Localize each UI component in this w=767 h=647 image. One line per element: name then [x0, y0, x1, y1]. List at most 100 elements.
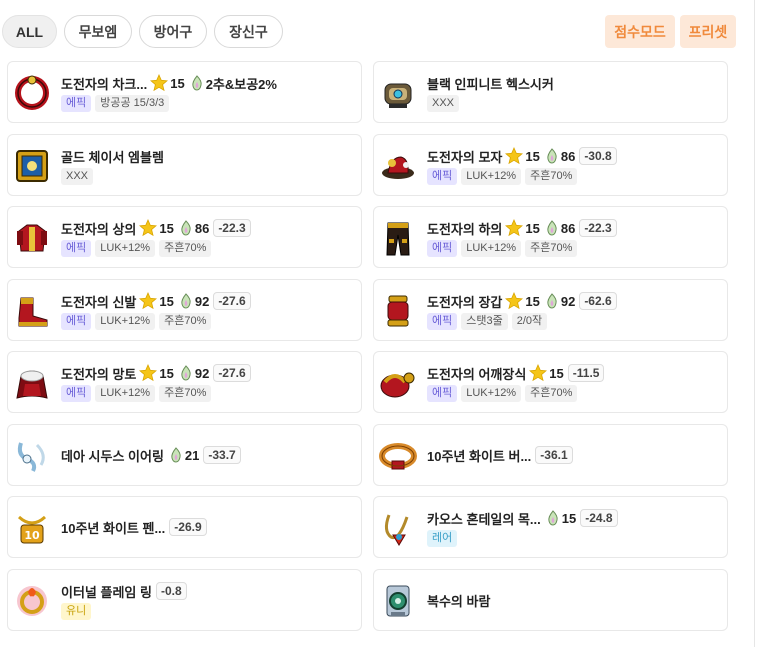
item-card[interactable]: 도전자의 차크... 15 2추&보공2% 에픽 방공공 15/3/3 — [7, 61, 362, 123]
option-tag: LUK+12% — [95, 313, 156, 330]
tab-all[interactable]: ALL — [2, 15, 57, 48]
starforce-value: 15 — [159, 293, 174, 309]
item-card[interactable]: 이터널 플레임 링 -0.8 유니 — [7, 569, 362, 631]
item-title-row: 도전자의 모자 15 86 -30.8 — [427, 147, 617, 165]
badge-icon — [379, 582, 417, 620]
item-card[interactable]: 도전자의 상의 15 86 -22.3 에픽 LUK+12% 주흔70% — [7, 206, 362, 268]
item-title-row: 도전자의 망토 15 92 -27.6 — [61, 364, 251, 382]
item-name: 도전자의 어깨장식 — [427, 366, 527, 382]
starforce: 15 — [505, 292, 540, 310]
star-icon — [139, 219, 158, 237]
item-name: 도전자의 장갑 — [427, 294, 503, 310]
starforce-value: 15 — [549, 365, 564, 381]
item-card[interactable]: 도전자의 장갑 15 92 -62.6 에픽 스탯3줄 2/0작 — [373, 279, 728, 341]
flame-value: 92 — [560, 293, 576, 309]
item-title-row: 도전자의 신발 15 92 -27.6 — [61, 292, 251, 310]
item-tags: 에픽 LUK+12% 주흔70% — [427, 385, 578, 402]
ring-red-icon — [13, 74, 51, 112]
starforce-value: 15 — [159, 365, 174, 381]
score-badge: -24.8 — [580, 509, 618, 527]
item-card[interactable]: 도전자의 어깨장식 15 -11.5 에픽 LUK+12% 주흔70% — [373, 351, 728, 413]
item-card[interactable]: 카오스 혼테일의 목... 15 -24.8 레어 — [373, 496, 728, 558]
flame-icon — [547, 293, 557, 309]
item-card[interactable]: 블랙 인피니트 헥스시커 XXX — [373, 61, 728, 123]
item-title-row: 복수의 바람 — [427, 591, 490, 609]
item-card[interactable]: 도전자의 망토 15 92 -27.6 에픽 LUK+12% 주흔70% — [7, 351, 362, 413]
item-tags: 에픽 LUK+12% 주흔70% — [427, 168, 578, 185]
item-tags: 에픽 LUK+12% 주흔70% — [61, 240, 212, 257]
item-name: 10주년 화이트 펜... — [61, 520, 166, 536]
tab-weapon[interactable]: 무보엠 — [64, 15, 132, 48]
grade-badge: 에픽 — [61, 313, 92, 330]
item-card[interactable]: 도전자의 하의 15 86 -22.3 에픽 LUK+12% 주흔70% — [373, 206, 728, 268]
item-card[interactable]: 데아 시두스 이어링 21 -33.7 — [7, 424, 362, 486]
grade-badge: 에픽 — [427, 385, 458, 402]
pendant-icon: 10 — [13, 509, 51, 547]
item-name: 도전자의 망토 — [61, 366, 137, 382]
item-card[interactable]: 골드 체이서 엠블렘 XXX — [7, 134, 362, 196]
option-tag: XXX — [427, 95, 460, 112]
starforce-value: 15 — [170, 75, 185, 91]
item-name: 도전자의 상의 — [61, 221, 137, 237]
score-badge: -0.8 — [155, 582, 187, 600]
ring-flame-icon — [13, 582, 51, 620]
gloves-icon — [379, 292, 417, 330]
shoes-icon — [13, 292, 51, 330]
option-tag: LUK+12% — [461, 240, 522, 257]
item-tags: 에픽 스탯3줄 2/0작 — [427, 313, 548, 330]
flame-icon — [192, 75, 202, 91]
item-tags: XXX — [427, 95, 460, 112]
score-badge: -33.7 — [203, 446, 241, 464]
score-badge: -26.9 — [169, 518, 207, 536]
item-card[interactable]: 도전자의 모자 15 86 -30.8 에픽 LUK+12% 주흔70% — [373, 134, 728, 196]
item-title-row: 10주년 화이트 펜... -26.9 — [61, 518, 207, 536]
item-card[interactable]: 10주년 화이트 버... -36.1 — [373, 424, 728, 486]
shoulder-icon — [379, 364, 417, 402]
item-title-row: 데아 시두스 이어링 21 -33.7 — [61, 446, 241, 464]
emblem-gold-icon — [13, 147, 51, 185]
starforce: 15 — [505, 147, 540, 165]
item-card[interactable]: 복수의 바람 — [373, 569, 728, 631]
preset-button[interactable]: 프리셋 — [680, 15, 736, 48]
flame-icon — [171, 447, 181, 463]
flame-value: 86 — [560, 220, 576, 236]
option-tag: LUK+12% — [95, 240, 156, 257]
top-icon — [13, 219, 51, 257]
flame-stat: 15 — [546, 510, 576, 526]
flame-icon — [547, 220, 557, 236]
tab-accessory[interactable]: 장신구 — [214, 15, 283, 48]
option-tag: XXX — [61, 168, 94, 185]
star-icon — [505, 219, 524, 237]
option-tag: LUK+12% — [461, 168, 522, 185]
star-icon — [505, 292, 524, 310]
tab-armor[interactable]: 방어구 — [139, 15, 207, 48]
item-name: 블랙 인피니트 헥스시커 — [427, 76, 554, 92]
flame-value: 86 — [194, 220, 210, 236]
option-tag: 주흔70% — [159, 240, 212, 257]
item-card[interactable]: 도전자의 신발 15 92 -27.6 에픽 LUK+12% 주흔70% — [7, 279, 362, 341]
item-name: 골드 체이서 엠블렘 — [61, 149, 164, 165]
item-name: 도전자의 신발 — [61, 294, 137, 310]
svg-text:10: 10 — [24, 529, 40, 542]
grade-badge: 에픽 — [427, 168, 458, 185]
starforce-value: 15 — [159, 220, 174, 236]
item-title-row: 카오스 혼테일의 목... 15 -24.8 — [427, 509, 618, 527]
item-name: 복수의 바람 — [427, 593, 491, 609]
earring-icon — [13, 437, 51, 475]
flame-stat: 2추&보공2% — [190, 74, 277, 93]
item-name: 이터널 플레임 링 — [61, 584, 152, 600]
extra-option: 2추&보공2% — [205, 76, 277, 92]
starforce: 15 — [139, 219, 174, 237]
score-mode-button[interactable]: 점수모드 — [605, 15, 675, 48]
score-badge: -36.1 — [535, 446, 573, 464]
item-tags: 에픽 방공공 15/3/3 — [61, 95, 170, 112]
item-tags: 에픽 LUK+12% 주흔70% — [61, 313, 212, 330]
option-tag: LUK+12% — [461, 385, 522, 402]
flame-value: 86 — [560, 148, 576, 164]
item-card[interactable]: 10 10주년 화이트 펜... -26.9 — [7, 496, 362, 558]
item-name: 도전자의 하의 — [427, 221, 503, 237]
flame-stat: 86 — [545, 220, 575, 236]
grade-badge: 레어 — [427, 530, 458, 547]
starforce: 15 — [150, 74, 185, 92]
option-tag: 주흔70% — [525, 240, 578, 257]
